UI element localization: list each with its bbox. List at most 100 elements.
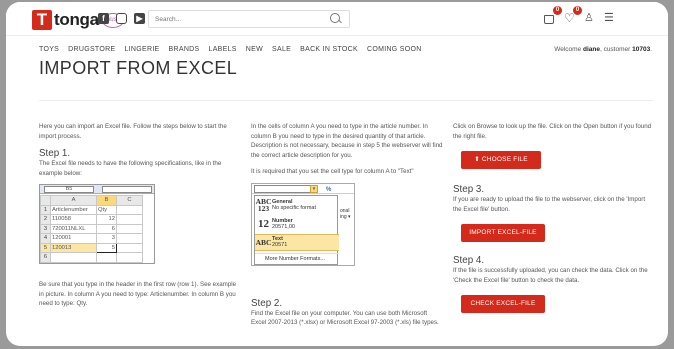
step4-text: If the file is successfully uploaded, yo… (453, 267, 648, 284)
cell-b: 3 (96, 233, 117, 244)
general-format-icon: ABC 123 (255, 197, 272, 213)
excel-format-image: ▾ % ABC 123 General No specific format 12… (251, 182, 355, 266)
nav-item-coming-soon[interactable]: COMING SOON (367, 46, 422, 53)
user-icon[interactable]: ♙ (584, 12, 596, 24)
wishlist-button[interactable]: ♡ 0 (564, 6, 582, 24)
cell-c (116, 204, 143, 215)
nav-item-lingerie[interactable]: LINGERIE (124, 46, 159, 53)
cart-button[interactable]: 0 (544, 6, 562, 24)
youtube-icon[interactable]: ▶ (134, 13, 145, 24)
row-header: 5 (40, 242, 51, 253)
page-frame: T tonga blush f ▶ 0 ♡ 0 ♙ ☰ TOYS (6, 2, 668, 346)
welcome-mid: , customer (599, 46, 633, 53)
text-format-icon: ABC (255, 237, 272, 247)
nav-item-labels[interactable]: LABELS (209, 46, 237, 53)
browse-text: Click on Browse to look up the file. Cli… (453, 123, 652, 140)
step3-text: If you are ready to upload the file to t… (453, 196, 646, 213)
check-excel-button[interactable]: CHECK EXCEL-FILE (461, 295, 545, 313)
cell-c (116, 252, 143, 263)
column-steps3-4: Click on Browse to look up the file. Cli… (453, 122, 653, 313)
cell-a: 120013 (50, 242, 97, 253)
nav-item-toys[interactable]: TOYS (39, 46, 59, 53)
social-links: f ▶ (98, 13, 145, 24)
filter-icon[interactable]: ☰ (604, 12, 616, 24)
choose-file-button[interactable]: ⬆ CHOOSE FILE (461, 151, 541, 169)
row-header: 2 (40, 214, 51, 225)
col-header-a: A (50, 195, 97, 206)
excel-formula-bar: B5 (40, 185, 154, 194)
search-icon[interactable] (329, 12, 343, 26)
user-name: diane (582, 46, 600, 53)
divider (39, 100, 653, 101)
text-type-note: It is required that you set the cell typ… (251, 168, 414, 175)
page-title: IMPORT FROM EXCEL (39, 58, 238, 78)
format-dropdown-bar: ▾ % (252, 184, 354, 194)
cell-c (116, 242, 143, 253)
cell-b: Qty (96, 204, 117, 215)
excel-grid: A B C 1 Articlenumber Qty 2 110058 12 3 … (40, 195, 143, 263)
intro-text: Here you can import an Excel file. Follo… (39, 123, 227, 140)
nav-item-back-in-stock[interactable]: BACK IN STOCK (300, 46, 358, 53)
corner-cell (40, 195, 51, 206)
more-formats: More Number Formats... (255, 252, 339, 265)
nav-item-brands[interactable]: BRANDS (169, 46, 200, 53)
ribbon-text-b: ing ▾ (340, 213, 351, 220)
step4-title: Step 4. (453, 255, 485, 266)
excel-formula-field (102, 186, 152, 193)
cell-a: 120001 (50, 233, 97, 244)
excel-example-image: B5 A B C 1 Articlenumber Qty 2 110058 12… (39, 184, 155, 264)
choose-file-label: CHOOSE FILE (481, 156, 528, 163)
facebook-icon[interactable]: f (98, 13, 109, 24)
format-number: 12 Number 20571,00 (255, 216, 339, 233)
cell-c (116, 233, 143, 244)
row-header: 4 (40, 233, 51, 244)
format-menu: ABC 123 General No specific format 12 Num… (254, 194, 339, 265)
welcome-message: Welcome diane, customer 10703. (554, 46, 652, 53)
format-general-sub: No specific format (272, 205, 317, 211)
dropdown-arrow-icon: ▾ (310, 184, 318, 193)
step1-footer-text: Be sure that you type in the header in t… (39, 281, 237, 307)
instagram-icon[interactable] (116, 13, 127, 24)
format-dropdown: ▾ (254, 184, 318, 193)
nav-item-new[interactable]: NEW (246, 46, 263, 53)
cell-b: 6 (96, 223, 117, 234)
row-header: 1 (40, 204, 51, 215)
ribbon-fragment: onal ing ▾ (340, 208, 351, 220)
column-step2: In the cells of column A you need to typ… (251, 122, 443, 328)
header-bar: T tonga blush f ▶ 0 ♡ 0 ♙ ☰ (6, 2, 668, 36)
wishlist-count-badge: 0 (573, 6, 582, 15)
row-header: 6 (40, 252, 51, 263)
cell-b (96, 252, 117, 263)
upload-icon: ⬆ (474, 156, 482, 163)
search-input[interactable] (149, 15, 349, 23)
active-cell: 5 (96, 242, 117, 253)
step2-text: Find the Excel file on your computer. Yo… (251, 309, 439, 327)
cell-b: 12 (96, 214, 117, 225)
step2-intro-text: In the cells of column A you need to typ… (251, 123, 443, 159)
format-text-sub: 20571 (272, 242, 288, 248)
logo-mark: T (32, 10, 52, 30)
nav-item-drugstore[interactable]: DRUGSTORE (68, 46, 115, 53)
excel-namebox: B5 (44, 186, 94, 193)
logo-text: tonga (54, 10, 99, 29)
step3-title: Step 3. (453, 184, 485, 195)
column-step1: Here you can import an Excel file. Follo… (39, 122, 239, 309)
welcome-prefix: Welcome (554, 46, 583, 53)
cell-a (50, 252, 97, 263)
nav-item-sale[interactable]: SALE (272, 46, 291, 53)
main-nav: TOYS DRUGSTORE LINGERIE BRANDS LABELS NE… (39, 46, 422, 53)
welcome-suffix: . (650, 46, 652, 53)
cell-a: Articlenumber (50, 204, 97, 215)
cart-count-badge: 0 (553, 6, 562, 15)
step2-title: Step 2. (251, 297, 283, 309)
customer-number: 10703 (632, 46, 651, 53)
cell-a: 110058 (50, 214, 97, 225)
import-excel-button[interactable]: IMPORT EXCEL-FILE (461, 224, 545, 242)
col-header-c: C (116, 195, 143, 206)
search-bar[interactable] (148, 10, 350, 28)
cell-a: 720011NLXL (50, 223, 97, 234)
format-general: ABC 123 General No specific format (255, 197, 339, 214)
number-format-icon: 12 (258, 217, 269, 230)
cell-c (116, 223, 143, 234)
header-actions: 0 ♡ 0 ♙ ☰ (544, 6, 616, 24)
